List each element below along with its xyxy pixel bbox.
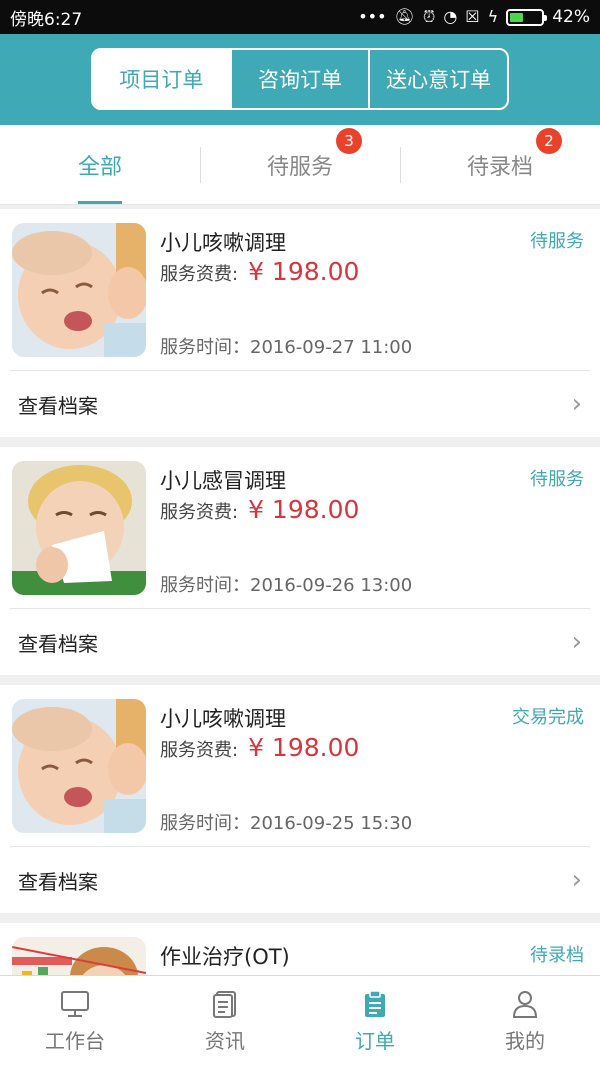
view-record-label: 查看档案 (18, 631, 98, 656)
tab-label: 全部 (77, 154, 122, 180)
clipboard-icon (360, 989, 390, 1019)
nav-label: 我的 (505, 1029, 545, 1053)
nav-mine[interactable]: 我的 (450, 976, 600, 1067)
chevron-right-icon: › (571, 865, 582, 895)
nav-news[interactable]: 资讯 (150, 976, 300, 1067)
chevron-right-icon: › (571, 389, 582, 419)
order-list: 小儿咳嗽调理 待服务 服务资费: ¥ 198.00 服务时间：2016-09-2… (0, 209, 600, 975)
fee-label: 服务资费: (160, 502, 239, 523)
bottom-navigation: 工作台 资讯 订单 我的 (0, 975, 600, 1067)
view-record-row[interactable]: 查看档案 › (0, 371, 600, 437)
order-thumbnail (12, 937, 146, 975)
order-summary[interactable]: 小儿咳嗽调理 待服务 服务资费: ¥ 198.00 服务时间：2016-09-2… (10, 209, 590, 371)
count-badge: 2 (536, 128, 562, 154)
view-record-row[interactable]: 查看档案 › (0, 847, 600, 913)
nav-label: 订单 (355, 1029, 395, 1053)
fee-value: ¥ 198.00 (248, 733, 360, 762)
order-title: 小儿咳嗽调理 (160, 231, 286, 255)
order-title: 小儿咳嗽调理 (160, 707, 286, 731)
battery-icon (506, 8, 548, 26)
monitor-icon (59, 989, 91, 1019)
view-record-label: 查看档案 (18, 393, 98, 418)
service-time: 服务时间：2016-09-27 11:00 (160, 337, 413, 358)
person-icon (510, 989, 540, 1019)
count-badge: 3 (336, 128, 362, 154)
more-dots-icon: ••• (358, 7, 387, 26)
view-record-label: 查看档案 (18, 869, 98, 894)
segment-consult-orders[interactable]: 咨询订单 (229, 50, 369, 108)
mute-icon: 🔕︎ (394, 7, 415, 26)
chevron-right-icon: › (571, 627, 582, 657)
order-thumbnail (12, 461, 146, 595)
tab-pending-record[interactable]: 待录档 2 (400, 125, 600, 204)
fee-row: 服务资费: ¥ 198.00 (160, 495, 359, 524)
order-thumbnail (12, 223, 146, 357)
service-time: 服务时间：2016-09-25 15:30 (160, 813, 413, 834)
order-status: 待录档 (530, 945, 584, 966)
order-card: 作业治疗(OT) 待录档 (0, 923, 600, 975)
status-time: 傍晚6:27 (10, 9, 83, 30)
nav-orders[interactable]: 订单 (300, 976, 450, 1067)
order-status: 待服务 (530, 231, 584, 252)
service-time: 服务时间：2016-09-26 13:00 (160, 575, 413, 596)
no-sim-icon: ☒ (465, 7, 480, 26)
order-card: 小儿感冒调理 待服务 服务资费: ¥ 198.00 服务时间：2016-09-2… (0, 447, 600, 675)
order-title: 作业治疗(OT) (160, 945, 290, 969)
fee-value: ¥ 198.00 (248, 257, 360, 286)
tab-label: 待录档 (466, 154, 533, 180)
order-status: 待服务 (530, 469, 584, 490)
alarm-icon: ⏰︎ (422, 7, 436, 26)
charging-icon: ϟ (487, 7, 499, 26)
status-bar: 傍晚6:27 ••• 🔕︎ ⏰︎ ◔ ☒ ϟ 42% (0, 0, 600, 34)
status-icons: ••• 🔕︎ ⏰︎ ◔ ☒ ϟ 42% (358, 7, 590, 27)
segment-gift-orders[interactable]: 送心意订单 (368, 50, 507, 108)
order-summary[interactable]: 小儿咳嗽调理 交易完成 服务资费: ¥ 198.00 服务时间：2016-09-… (10, 685, 590, 847)
document-icon (210, 989, 240, 1019)
nav-label: 工作台 (45, 1029, 105, 1053)
fee-row: 服务资费: ¥ 198.00 (160, 257, 359, 286)
order-summary[interactable]: 作业治疗(OT) 待录档 (10, 923, 590, 975)
tab-pending-service[interactable]: 待服务 3 (200, 125, 400, 204)
order-title: 小儿感冒调理 (160, 469, 286, 493)
header: 项目订单 咨询订单 送心意订单 (0, 34, 600, 125)
view-record-row[interactable]: 查看档案 › (0, 609, 600, 675)
fee-value: ¥ 198.00 (248, 495, 360, 524)
order-card: 小儿咳嗽调理 交易完成 服务资费: ¥ 198.00 服务时间：2016-09-… (0, 685, 600, 913)
order-summary[interactable]: 小儿感冒调理 待服务 服务资费: ¥ 198.00 服务时间：2016-09-2… (10, 447, 590, 609)
order-type-segmented-control: 项目订单 咨询订单 送心意订单 (91, 48, 509, 110)
nav-workbench[interactable]: 工作台 (0, 976, 150, 1067)
order-thumbnail (12, 699, 146, 833)
fee-label: 服务资费: (160, 264, 239, 285)
fee-label: 服务资费: (160, 740, 239, 761)
status-filter-tabs: 全部 待服务 3 待录档 2 (0, 125, 600, 205)
battery-percent: 42% (552, 7, 590, 27)
nav-label: 资讯 (205, 1029, 245, 1053)
order-card: 小儿咳嗽调理 待服务 服务资费: ¥ 198.00 服务时间：2016-09-2… (0, 209, 600, 437)
tab-all[interactable]: 全部 (0, 125, 200, 204)
wifi-icon: ◔ (443, 7, 458, 26)
order-status: 交易完成 (512, 707, 584, 728)
fee-row: 服务资费: ¥ 198.00 (160, 733, 359, 762)
segment-project-orders[interactable]: 项目订单 (93, 50, 230, 108)
tab-label: 待服务 (266, 154, 333, 180)
